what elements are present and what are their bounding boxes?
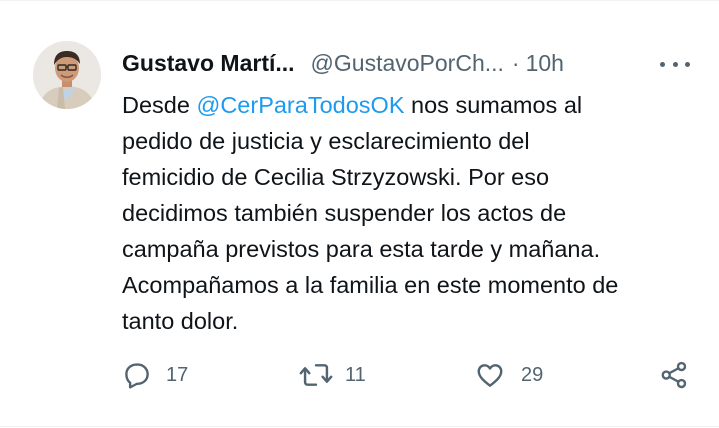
tweet-header: Gustavo Martí... @GustavoPorCh... · 10h	[122, 47, 564, 79]
share-icon	[659, 360, 689, 390]
author-handle[interactable]: @GustavoPorCh...	[311, 50, 504, 77]
tweet-line: Desde @CerParaTodosOK nos sumamos al	[122, 87, 712, 123]
like-icon	[475, 360, 505, 390]
bottom-divider	[0, 426, 719, 427]
like-count: 29	[521, 363, 544, 386]
tweet-line: decidimos también suspender los actos de	[122, 200, 567, 226]
avatar[interactable]	[33, 41, 101, 109]
author-name[interactable]: Gustavo Martí...	[122, 50, 295, 77]
retweet-count: 11	[345, 363, 366, 386]
tweet-line: tanto dolor.	[122, 308, 239, 334]
mention-link[interactable]: @CerParaTodosOK	[196, 92, 404, 118]
reply-count: 17	[166, 363, 189, 386]
like-button[interactable]: 29	[475, 358, 543, 392]
top-divider	[0, 0, 719, 1]
reply-button[interactable]: 17	[122, 358, 188, 392]
text-segment: Desde	[122, 92, 197, 118]
tweet-text: Desde @CerParaTodosOK nos sumamos al ped…	[122, 87, 712, 339]
reply-icon	[122, 360, 152, 390]
tweet-time[interactable]: 10h	[526, 50, 564, 77]
tweet-line: pedido de justicia y esclarecimiento del	[122, 128, 530, 154]
retweet-icon	[299, 360, 333, 390]
tweet-line: campaña previstos para esta tarde y maña…	[122, 236, 601, 262]
retweet-button[interactable]: 11	[299, 358, 366, 392]
separator-dot: ·	[511, 49, 520, 76]
tweet-line: Acompañamos a la familia en este momento…	[122, 272, 619, 298]
tweet-line: femicidio de Cecilia Strzyzowski. Por es…	[122, 164, 550, 190]
more-icon[interactable]	[660, 54, 690, 74]
text-segment: nos sumamos al	[404, 92, 583, 118]
share-button[interactable]	[659, 358, 689, 392]
